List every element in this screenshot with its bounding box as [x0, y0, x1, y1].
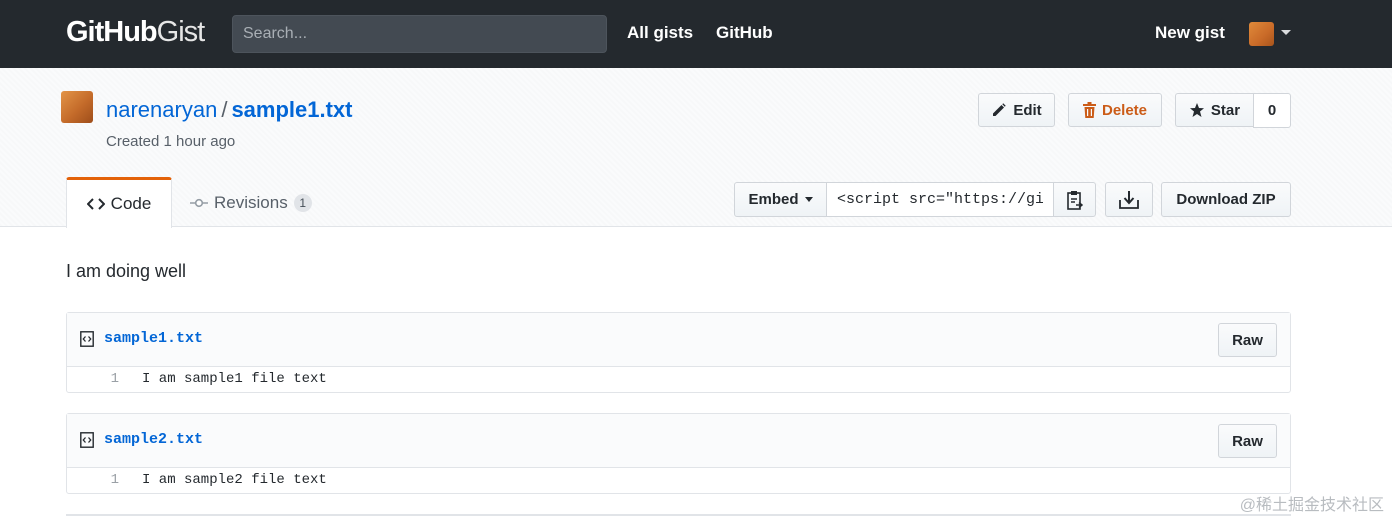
watermark-text: @稀土掘金技术社区 [1239, 497, 1384, 514]
code-icon [86, 198, 105, 210]
download-button[interactable] [1105, 182, 1153, 217]
file-header: sample2.txt Raw [67, 414, 1290, 468]
star-button[interactable]: Star [1175, 93, 1254, 127]
section-divider [66, 514, 1291, 516]
pencil-icon [993, 103, 1007, 116]
nav-github[interactable]: GitHub [716, 23, 773, 43]
nav-all-gists[interactable]: All gists [627, 23, 693, 43]
code-line: 1 I am sample2 file text [67, 468, 1290, 493]
file-name-link[interactable]: sample2.txt [104, 431, 203, 448]
gist-description: I am doing well [66, 261, 187, 281]
tab-code[interactable]: Code [66, 177, 172, 228]
line-number[interactable]: 1 [67, 371, 119, 387]
file-code-icon [80, 331, 94, 347]
gist-file-link[interactable]: sample1.txt [231, 97, 352, 122]
owner-avatar[interactable] [61, 91, 93, 123]
edit-button[interactable]: Edit [978, 93, 1055, 127]
user-avatar[interactable] [1249, 22, 1274, 46]
owner-link[interactable]: narenaryan [106, 97, 217, 122]
edit-label: Edit [1013, 101, 1042, 119]
trash-icon [1082, 102, 1096, 118]
clipboard-icon [1066, 190, 1083, 210]
embed-url-field[interactable] [826, 182, 1054, 217]
embed-label: Embed [748, 191, 799, 208]
star-label: Star [1210, 101, 1241, 119]
git-commit-icon [190, 198, 208, 208]
gist-title: narenaryan / sample1.txt [106, 97, 353, 123]
revisions-count-badge: 1 [293, 194, 312, 212]
tab-revisions-label: Revisions [214, 193, 288, 212]
file-code-icon [80, 432, 94, 448]
download-zip-label: Download ZIP [1176, 191, 1276, 208]
line-content: I am sample2 file text [142, 472, 327, 488]
new-gist-link[interactable]: New gist [1155, 23, 1225, 43]
caret-down-icon [804, 197, 813, 202]
star-count[interactable]: 0 [1253, 93, 1291, 128]
download-icon [1119, 190, 1139, 209]
file-header: sample1.txt Raw [67, 313, 1290, 367]
raw-button[interactable]: Raw [1218, 424, 1277, 458]
tab-revisions[interactable]: Revisions 1 [190, 190, 312, 216]
chevron-down-icon[interactable] [1281, 30, 1291, 35]
tab-code-label: Code [110, 194, 152, 213]
code-line: 1 I am sample1 file text [67, 367, 1290, 392]
file-box: sample1.txt Raw 1 I am sample1 file text [66, 312, 1291, 393]
file-name-link[interactable]: sample1.txt [104, 330, 203, 347]
created-timestamp: Created 1 hour ago [106, 133, 236, 150]
delete-button[interactable]: Delete [1068, 93, 1162, 127]
embed-dropdown-button[interactable]: Embed [734, 182, 827, 217]
star-icon [1189, 103, 1204, 117]
github-gist-logo[interactable]: GitHubGist [66, 16, 205, 49]
file-box: sample2.txt Raw 1 I am sample2 file text [66, 413, 1291, 494]
copy-to-clipboard-button[interactable] [1053, 182, 1096, 217]
raw-button[interactable]: Raw [1218, 323, 1277, 357]
delete-label: Delete [1101, 101, 1148, 119]
top-navbar: GitHubGist All gists GitHub New gist [0, 0, 1392, 68]
download-zip-button[interactable]: Download ZIP [1161, 182, 1291, 217]
line-number[interactable]: 1 [67, 472, 119, 488]
title-separator: / [221, 97, 228, 122]
line-content: I am sample1 file text [142, 371, 327, 387]
search-input[interactable] [232, 15, 607, 53]
